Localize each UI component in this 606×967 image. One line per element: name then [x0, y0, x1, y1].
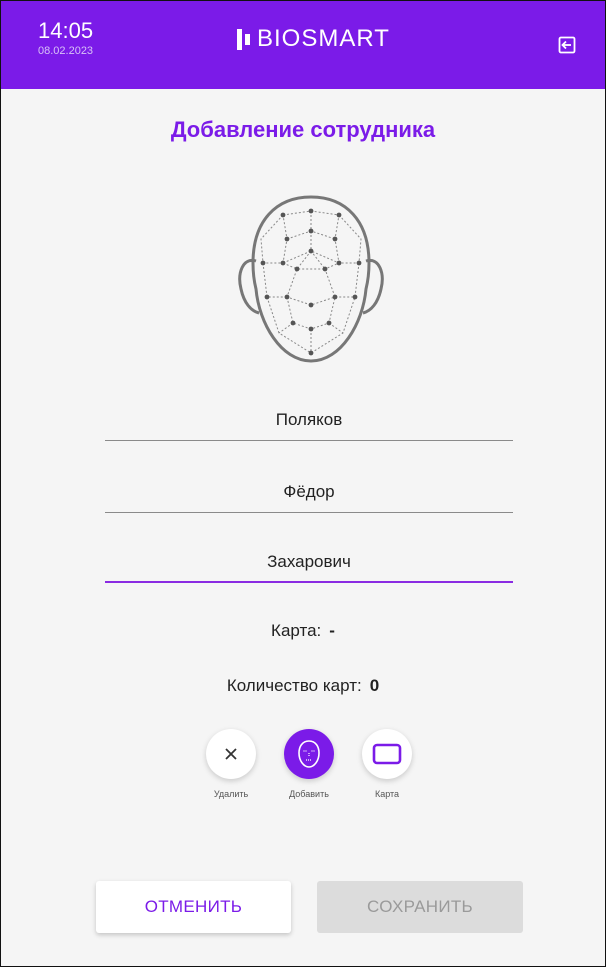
card-value: -: [329, 621, 335, 640]
card-action: Карта: [362, 729, 412, 799]
middle-name-field[interactable]: [105, 543, 513, 581]
brand-name: BIOSMART: [257, 25, 390, 52]
card-count-label: Количество карт:: [226, 676, 362, 695]
card-count-info: Количество карт: 0: [1, 676, 605, 696]
card-info: Карта: -: [1, 621, 605, 641]
first-name-field-wrap: [105, 473, 513, 513]
middle-name-underline: [105, 581, 513, 583]
page-title: Добавление сотрудника: [170, 117, 436, 142]
cancel-button[interactable]: ОТМЕНИТЬ: [96, 881, 291, 933]
first-name-underline: [105, 512, 513, 513]
card-icon: [372, 743, 402, 765]
face-icon: [298, 740, 320, 768]
first-name-field[interactable]: [105, 473, 513, 511]
card-label-text: Карта: [374, 789, 400, 799]
middle-name-field-wrap: [105, 543, 513, 583]
clock-time: 14:05: [38, 18, 94, 43]
card-count-value: 0: [369, 676, 380, 695]
last-name-field-wrap: [105, 401, 513, 441]
add-face-button[interactable]: [284, 729, 334, 779]
app-window: 14:05 08.02.2023 BIOSMART Добавление сот…: [0, 0, 606, 967]
brand-logo: BIOSMART: [237, 24, 390, 54]
last-name-underline: [105, 440, 513, 441]
delete-button[interactable]: [206, 729, 256, 779]
close-icon: [225, 748, 237, 760]
save-button[interactable]: СОХРАНИТЬ: [317, 881, 523, 933]
top-bar: 14:05 08.02.2023 BIOSMART: [1, 1, 605, 89]
card-button[interactable]: [362, 729, 412, 779]
exit-icon[interactable]: [558, 36, 576, 54]
add-face-action: Добавить: [284, 729, 334, 799]
card-label: Карта:: [271, 621, 322, 640]
delete-action: Удалить: [206, 729, 256, 799]
face-scan-icon: [231, 193, 391, 375]
clock-date: 08.02.2023: [38, 45, 94, 57]
last-name-field[interactable]: [105, 401, 513, 439]
logo-mark-icon: [237, 28, 250, 50]
